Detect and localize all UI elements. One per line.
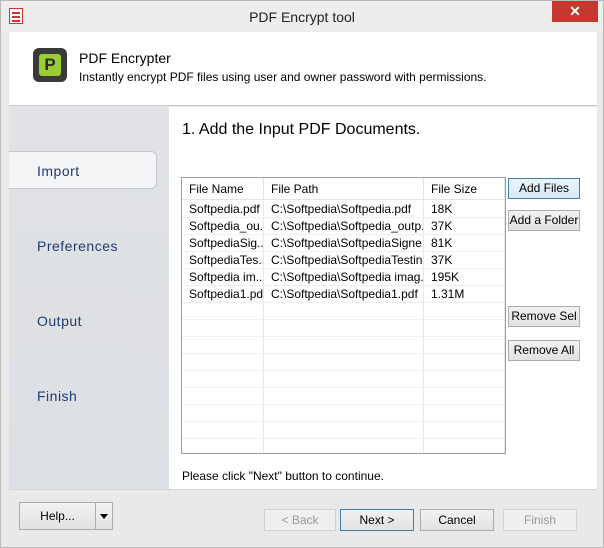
- empty-cell: [264, 354, 424, 371]
- empty-cell: [182, 371, 264, 388]
- file-list-table[interactable]: File Name File Path File Size Softpedia.…: [181, 177, 506, 454]
- empty-cell: [424, 354, 505, 371]
- wizard-steps-sidebar: Import Preferences Output Finish: [9, 107, 169, 489]
- empty-cell: [182, 320, 264, 337]
- column-header-file-size[interactable]: File Size: [424, 178, 505, 200]
- finish-button[interactable]: Finish: [503, 509, 577, 531]
- empty-cell: [424, 371, 505, 388]
- empty-row: [182, 439, 505, 453]
- column-header-file-path[interactable]: File Path: [264, 178, 424, 200]
- empty-cell: [182, 337, 264, 354]
- add-files-button[interactable]: Add Files: [508, 178, 580, 199]
- header-title: PDF Encrypter: [79, 50, 171, 66]
- remove-selected-button[interactable]: Remove Sel: [508, 306, 580, 327]
- file-size-cell: 18K: [424, 201, 505, 218]
- empty-cell: [424, 337, 505, 354]
- empty-cell: [182, 388, 264, 405]
- table-row[interactable]: Softpedia im... C:\Softpedia\Softpedia i…: [182, 269, 505, 286]
- logo-letter: P: [39, 54, 61, 76]
- empty-cell: [424, 439, 505, 453]
- empty-row: [182, 388, 505, 405]
- file-size-cell: 37K: [424, 252, 505, 269]
- file-path-cell: C:\Softpedia\Softpedia1.pdf: [264, 286, 424, 303]
- file-path-cell: C:\Softpedia\Softpedia imag...: [264, 269, 424, 286]
- file-name-cell: SoftpediaTes...: [182, 252, 264, 269]
- empty-cell: [182, 422, 264, 439]
- help-split-button[interactable]: Help...: [19, 502, 113, 530]
- empty-cell: [264, 371, 424, 388]
- back-button[interactable]: < Back: [264, 509, 336, 531]
- remove-all-button[interactable]: Remove All: [508, 340, 580, 361]
- table-row[interactable]: Softpedia1.pdf C:\Softpedia\Softpedia1.p…: [182, 286, 505, 303]
- empty-row: [182, 337, 505, 354]
- file-name-cell: SoftpediaSig...: [182, 235, 264, 252]
- table-row[interactable]: Softpedia_ou... C:\Softpedia\Softpedia_o…: [182, 218, 505, 235]
- empty-cell: [264, 422, 424, 439]
- empty-cell: [264, 320, 424, 337]
- step-output[interactable]: Output: [9, 302, 157, 340]
- table-row[interactable]: SoftpediaSig... C:\Softpedia\SoftpediaSi…: [182, 235, 505, 252]
- next-button[interactable]: Next >: [340, 509, 414, 531]
- help-button[interactable]: Help...: [20, 503, 96, 529]
- pdf-encrypter-logo: P: [33, 48, 67, 82]
- empty-cell: [182, 405, 264, 422]
- empty-cell: [264, 439, 424, 453]
- empty-row: [182, 303, 505, 320]
- empty-cell: [424, 405, 505, 422]
- file-name-cell: Softpedia1.pdf: [182, 286, 264, 303]
- file-size-cell: 81K: [424, 235, 505, 252]
- header-banner: P PDF Encrypter Instantly encrypt PDF fi…: [9, 32, 597, 106]
- empty-cell: [424, 303, 505, 320]
- empty-cell: [424, 320, 505, 337]
- empty-row: [182, 320, 505, 337]
- file-size-cell: 195K: [424, 269, 505, 286]
- step-preferences[interactable]: Preferences: [9, 227, 157, 265]
- file-name-cell: Softpedia.pdf: [182, 201, 264, 218]
- file-path-cell: C:\Softpedia\SoftpediaTestin...: [264, 252, 424, 269]
- empty-row: [182, 354, 505, 371]
- column-header-file-name[interactable]: File Name: [182, 178, 264, 200]
- empty-row: [182, 405, 505, 422]
- step-finish[interactable]: Finish: [9, 377, 157, 415]
- chevron-down-icon[interactable]: [100, 514, 108, 519]
- header-subtitle: Instantly encrypt PDF files using user a…: [79, 70, 487, 84]
- empty-cell: [264, 405, 424, 422]
- wizard-footer: Help... < Back Next > Cancel Finish: [9, 489, 597, 541]
- empty-cell: [264, 337, 424, 354]
- table-header: File Name File Path File Size: [182, 178, 505, 200]
- file-size-cell: 37K: [424, 218, 505, 235]
- table-row[interactable]: SoftpediaTes... C:\Softpedia\SoftpediaTe…: [182, 252, 505, 269]
- empty-row: [182, 422, 505, 439]
- file-name-cell: Softpedia_ou...: [182, 218, 264, 235]
- empty-cell: [182, 303, 264, 320]
- window-title: PDF Encrypt tool: [249, 9, 355, 25]
- empty-cell: [182, 439, 264, 453]
- add-folder-button[interactable]: Add a Folder: [508, 210, 580, 231]
- empty-cell: [424, 388, 505, 405]
- title-bar[interactable]: PDF Encrypt tool ✕: [1, 1, 603, 32]
- file-name-cell: Softpedia im...: [182, 269, 264, 286]
- file-path-cell: C:\Softpedia\Softpedia_outp...: [264, 218, 424, 235]
- close-button[interactable]: ✕: [552, 1, 598, 22]
- step-import[interactable]: Import: [9, 151, 157, 189]
- empty-cell: [182, 354, 264, 371]
- continue-hint: Please click "Next" button to continue.: [182, 469, 384, 483]
- file-path-cell: C:\Softpedia\Softpedia.pdf: [264, 201, 424, 218]
- empty-row: [182, 371, 505, 388]
- file-path-cell: C:\Softpedia\SoftpediaSigne...: [264, 235, 424, 252]
- main-panel: 1. Add the Input PDF Documents. File Nam…: [169, 107, 597, 489]
- file-size-cell: 1.31M: [424, 286, 505, 303]
- empty-cell: [424, 422, 505, 439]
- table-row[interactable]: Softpedia.pdf C:\Softpedia\Softpedia.pdf…: [182, 201, 505, 218]
- app-window: PDF Encrypt tool ✕ P PDF Encrypter Insta…: [0, 0, 604, 548]
- empty-cell: [264, 303, 424, 320]
- step-title: 1. Add the Input PDF Documents.: [182, 121, 421, 138]
- empty-cell: [264, 388, 424, 405]
- cancel-button[interactable]: Cancel: [420, 509, 494, 531]
